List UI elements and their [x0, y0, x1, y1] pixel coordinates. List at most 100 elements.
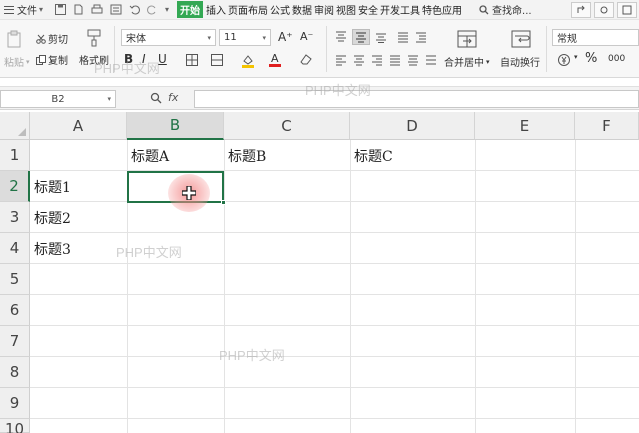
formula-input[interactable]	[194, 90, 639, 108]
row-header-7[interactable]: 7	[0, 326, 30, 357]
quick-access-more-icon[interactable]: ▾	[165, 5, 169, 14]
row-header-8[interactable]: 8	[0, 357, 30, 388]
paste-icon[interactable]	[6, 30, 22, 48]
italic-button[interactable]: I	[142, 52, 146, 66]
fill-color-icon[interactable]	[240, 52, 256, 68]
extra-button[interactable]	[617, 2, 637, 18]
tab-special[interactable]: 特色应用	[421, 2, 463, 17]
merge-center-button[interactable]: 合并居中 ▾	[444, 54, 490, 70]
copy-label: 复制	[48, 56, 68, 67]
column-header-b[interactable]: B	[127, 112, 224, 140]
cell-a2[interactable]: 标题1	[30, 171, 127, 202]
column-header-a[interactable]: A	[30, 112, 127, 140]
column-header-f[interactable]: F	[575, 112, 639, 140]
border-icon[interactable]	[185, 53, 199, 67]
bold-button[interactable]: B	[124, 52, 133, 66]
export-pdf-icon[interactable]	[73, 4, 84, 15]
align-left-icon[interactable]	[334, 53, 348, 67]
tab-data[interactable]: 数据	[291, 2, 313, 17]
tab-developer[interactable]: 开发工具	[379, 2, 421, 17]
orientation-icon[interactable]	[396, 30, 410, 44]
number-format-select[interactable]: 常规	[552, 29, 639, 46]
merge-center-icon[interactable]	[456, 29, 478, 49]
grid-line	[475, 140, 476, 433]
tab-review[interactable]: 审阅	[313, 2, 335, 17]
print-preview-icon[interactable]	[110, 4, 122, 15]
clear-format-icon[interactable]	[298, 52, 314, 66]
wrap-text-icon[interactable]	[510, 29, 532, 49]
more-button[interactable]	[594, 2, 614, 18]
fill-handle[interactable]	[221, 200, 226, 205]
thousands-button[interactable]: 000	[608, 54, 625, 64]
column-header-e[interactable]: E	[475, 112, 575, 140]
grid-line	[30, 418, 639, 419]
cell-c1[interactable]: 标题B	[224, 140, 350, 171]
zoom-icon[interactable]	[150, 92, 162, 104]
row-header-1[interactable]: 1	[0, 140, 30, 171]
tab-home[interactable]: 开始	[177, 1, 204, 18]
align-top-icon[interactable]	[334, 30, 348, 44]
row-header-5[interactable]: 5	[0, 264, 30, 295]
wrap-text-button[interactable]: 自动换行	[500, 54, 540, 69]
format-painter-icon[interactable]	[86, 29, 102, 47]
tab-insert[interactable]: 插入	[205, 2, 227, 17]
redo-icon[interactable]	[147, 4, 158, 15]
cell-a3[interactable]: 标题2	[30, 202, 127, 233]
wrap-text-label: 自动换行	[500, 58, 540, 69]
thousands-label: 000	[608, 54, 626, 64]
currency-dropdown[interactable]: ▾	[574, 53, 578, 61]
tab-view[interactable]: 视图	[335, 2, 357, 17]
bold-icon: B	[124, 52, 134, 66]
align-right-icon[interactable]	[370, 53, 384, 67]
share-button[interactable]	[571, 2, 591, 18]
select-all-button[interactable]	[0, 112, 30, 140]
decrease-font-button[interactable]: A⁻	[300, 30, 313, 43]
align-bottom-icon[interactable]	[374, 30, 388, 44]
percent-label: %	[585, 51, 598, 66]
undo-icon[interactable]	[129, 4, 140, 15]
row-header-10[interactable]: 10	[0, 419, 30, 433]
indent-icon[interactable]	[414, 30, 428, 44]
row-header-2[interactable]: 2	[0, 171, 30, 202]
copy-button[interactable]: 复制	[36, 52, 68, 67]
distributed-icon[interactable]	[406, 53, 420, 67]
command-search[interactable]: 查找命...	[479, 2, 532, 17]
row-header-6[interactable]: 6	[0, 295, 30, 326]
name-box[interactable]: B2 ▾	[0, 90, 116, 108]
underline-button[interactable]: U	[158, 52, 167, 66]
row-header-9[interactable]: 9	[0, 388, 30, 419]
justify-icon[interactable]	[388, 53, 402, 67]
row-header-4[interactable]: 4	[0, 233, 30, 264]
paste-button[interactable]: 粘贴 ▾	[4, 54, 30, 70]
cell-b1[interactable]: 标题A	[127, 140, 224, 171]
spreadsheet-grid: A B C D E F 1 2 3 4 5 6 7 8 9 10 标题A 标题B…	[0, 112, 639, 433]
grid-line	[30, 294, 639, 295]
tab-page-layout[interactable]: 页面布局	[227, 2, 269, 17]
currency-icon[interactable]	[556, 52, 572, 68]
font-name-select[interactable]: 宋体 ▾	[121, 29, 216, 46]
font-size-select[interactable]: 11 ▾	[219, 29, 271, 46]
cell-style-icon[interactable]	[210, 53, 224, 67]
cell-a4[interactable]: 标题3	[30, 233, 127, 264]
align-options-icon[interactable]	[424, 53, 438, 67]
cut-button[interactable]: 剪切	[36, 31, 68, 46]
panel-icon	[622, 5, 632, 15]
column-header-c[interactable]: C	[224, 112, 350, 140]
column-header-d[interactable]: D	[350, 112, 475, 140]
ribbon-toolbar: 粘贴 ▾ 剪切 复制 格式刷 宋体 ▾ 11 ▾ A⁺ A⁻ B I U A 合…	[0, 20, 639, 78]
percent-button[interactable]: %	[585, 51, 597, 66]
row-header-3[interactable]: 3	[0, 202, 30, 233]
cell-d1[interactable]: 标题C	[350, 140, 475, 171]
tab-formulas[interactable]: 公式	[269, 2, 291, 17]
cut-label: 剪切	[48, 35, 68, 46]
increase-font-button[interactable]: A⁺	[278, 30, 293, 44]
file-menu[interactable]: 文件 ▾	[0, 2, 47, 17]
align-middle-icon[interactable]	[352, 29, 370, 45]
align-center-icon[interactable]	[352, 53, 366, 67]
print-icon[interactable]	[91, 4, 103, 15]
font-color-icon[interactable]: A	[268, 51, 282, 67]
format-painter-button[interactable]: 格式刷	[79, 52, 109, 67]
tab-security[interactable]: 安全	[357, 2, 379, 17]
save-icon[interactable]	[55, 4, 67, 15]
insert-function-button[interactable]: fx	[168, 91, 178, 104]
